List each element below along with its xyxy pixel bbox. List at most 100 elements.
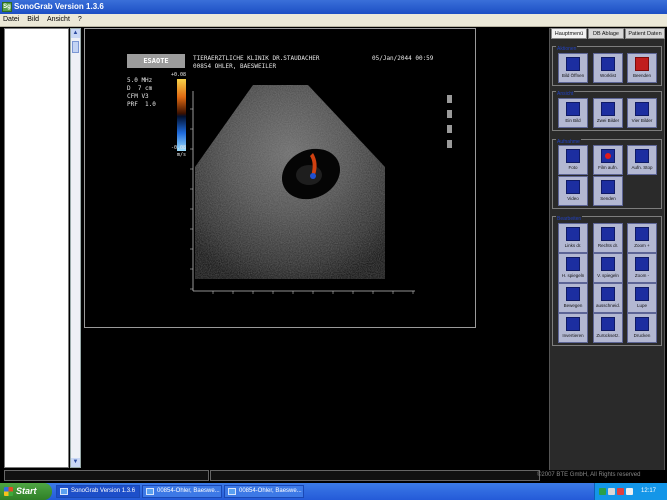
- record-icon: [601, 149, 615, 163]
- single-view-button[interactable]: Ein Bild: [558, 98, 588, 128]
- zoom-out-button[interactable]: Zoom -: [627, 253, 657, 283]
- param-prf: PRF 1.0: [127, 101, 156, 108]
- param-frequency: 5.0 MHz: [127, 77, 153, 84]
- video-icon: [566, 180, 580, 194]
- stop-recording-button[interactable]: Aufn. Stop: [627, 145, 657, 175]
- param-depth: D 7 cm: [127, 85, 153, 92]
- param-cfm: CFM V3: [127, 93, 149, 100]
- flip-horizontal-icon: [566, 257, 580, 271]
- scroll-thumb[interactable]: [72, 41, 79, 53]
- zoom-in-button[interactable]: Zoom +: [627, 223, 657, 253]
- record-button[interactable]: Film aufn.: [593, 145, 623, 175]
- two-view-icon: [601, 102, 615, 116]
- system-tray: 12:17: [594, 483, 667, 500]
- task-patient-2[interactable]: 00854-Ohler, Baeswe...: [224, 485, 304, 498]
- rotate-right-button[interactable]: Rechts dr.: [593, 223, 623, 253]
- scale-bottom: -0.08: [171, 145, 187, 151]
- tab-hauptmenu[interactable]: Hauptmenü: [551, 28, 587, 39]
- doppler-color-bar: [177, 79, 186, 151]
- menu-help[interactable]: ?: [78, 16, 82, 23]
- rotate-right-icon: [601, 227, 615, 241]
- menu-ansicht[interactable]: Ansicht: [47, 16, 70, 23]
- exit-button[interactable]: Beenden: [627, 53, 657, 83]
- power-icon: [635, 57, 649, 71]
- print-icon: [635, 317, 649, 331]
- crop-button[interactable]: ausschneid.: [593, 283, 623, 313]
- flip-vertical-icon: [601, 257, 615, 271]
- app-icon: Sg: [2, 2, 12, 12]
- move-button[interactable]: Bewegen: [558, 283, 588, 313]
- group-aktionen: Aktionen Bild Öffnen Worklist Beenden: [552, 46, 662, 86]
- print-button[interactable]: Drucken: [627, 313, 657, 343]
- tray-network-icon[interactable]: [599, 488, 606, 495]
- four-view-button[interactable]: Vier Bilder: [627, 98, 657, 128]
- zoom-in-icon: [635, 227, 649, 241]
- group-aufnahme: Aufnahme Foto Film aufn. Aufn. Stop Vide…: [552, 139, 662, 209]
- two-view-button[interactable]: Zwei Bilder: [593, 98, 623, 128]
- tab-db-ablage[interactable]: DB Ablage: [588, 28, 624, 39]
- worklist-icon: [601, 57, 615, 71]
- magnifier-button[interactable]: Lupe: [627, 283, 657, 313]
- camera-icon: [566, 149, 580, 163]
- flip-horizontal-button[interactable]: H. spiegeln: [558, 253, 588, 283]
- tab-patient-daten[interactable]: Patient Daten: [625, 28, 665, 39]
- ultrasound-image: ESAOTE TIERAERZTLICHE KLINIK DR.STAUDACH…: [85, 29, 477, 329]
- zoom-out-icon: [635, 257, 649, 271]
- doppler-blue: [310, 173, 316, 179]
- folder-open-icon: [566, 57, 580, 71]
- task-patient-1[interactable]: 00854-Ohler, Baeswe...: [142, 485, 222, 498]
- tray-volume-icon[interactable]: [608, 488, 615, 495]
- menu-bild[interactable]: Bild: [27, 16, 39, 23]
- copyright-text: ©2007 BTE GmbH, All Rights reserved: [537, 472, 641, 478]
- taskbar: Start SonoGrab Version 1.3.6 00854-Ohler…: [0, 483, 667, 500]
- reset-button[interactable]: Zurücksetz.: [593, 313, 623, 343]
- app-icon: [60, 488, 68, 495]
- thumbnail-list[interactable]: [4, 28, 69, 468]
- status-panel-left: [4, 470, 209, 481]
- group-ansicht: Ansicht Ein Bild Zwei Bilder Vier Bilder: [552, 91, 662, 131]
- reset-icon: [601, 317, 615, 331]
- invert-icon: [566, 317, 580, 331]
- clinic-name: TIERAERZTLICHE KLINIK DR.STAUDACHER: [193, 55, 320, 62]
- group-bearbeiten: Bearbeiten Links dr. Rechts dr. Zoom + H…: [552, 216, 662, 346]
- ultrasound-graphic: [177, 79, 452, 294]
- magnifier-icon: [635, 287, 649, 301]
- task-sonograb[interactable]: SonoGrab Version 1.3.6: [56, 485, 140, 498]
- title-bar: Sg SonoGrab Version 1.3.6: [0, 0, 667, 14]
- scissors-icon: [601, 287, 615, 301]
- single-view-icon: [566, 102, 580, 116]
- clock: 12:17: [641, 488, 657, 494]
- windows-logo-icon: [4, 487, 13, 496]
- window-title: SonoGrab Version 1.3.6: [14, 2, 104, 11]
- scale-top: +0.08: [171, 72, 187, 78]
- group-title: Bearbeiten: [556, 216, 583, 222]
- window-icon: [228, 488, 236, 495]
- scroll-down-arrow-icon[interactable]: ▼: [71, 458, 80, 467]
- four-view-icon: [635, 102, 649, 116]
- vertical-scrollbar[interactable]: ▲ ▼: [70, 28, 81, 468]
- menu-datei[interactable]: Datei: [3, 16, 19, 23]
- window-icon: [146, 488, 154, 495]
- stop-icon: [635, 149, 649, 163]
- menu-bar: Datei Bild Ansicht ?: [0, 14, 667, 27]
- panel-tabs: Hauptmenü DB Ablage Patient Daten: [551, 28, 665, 39]
- send-button[interactable]: Senden: [593, 176, 623, 206]
- video-button[interactable]: Video: [558, 176, 588, 206]
- worklist-button[interactable]: Worklist: [593, 53, 623, 83]
- invert-button[interactable]: Invertieren: [558, 313, 588, 343]
- tray-app-icon[interactable]: [626, 488, 633, 495]
- photo-button[interactable]: Foto: [558, 145, 588, 175]
- image-viewer[interactable]: ESAOTE TIERAERZTLICHE KLINIK DR.STAUDACH…: [84, 28, 476, 328]
- rotate-left-button[interactable]: Links dr.: [558, 223, 588, 253]
- flip-vertical-button[interactable]: V. spiegeln: [593, 253, 623, 283]
- scroll-up-arrow-icon[interactable]: ▲: [71, 29, 80, 38]
- move-icon: [566, 287, 580, 301]
- status-panel-right: [210, 470, 540, 481]
- esaote-logo: ESAOTE: [127, 54, 185, 68]
- rotate-left-icon: [566, 227, 580, 241]
- exam-datetime: 05/Jan/2044 00:59: [372, 55, 434, 62]
- tray-security-icon[interactable]: [617, 488, 624, 495]
- open-image-button[interactable]: Bild Öffnen: [558, 53, 588, 83]
- start-button[interactable]: Start: [0, 483, 52, 500]
- patient-name: 00854 OHLER, BAESWEILER: [193, 63, 277, 70]
